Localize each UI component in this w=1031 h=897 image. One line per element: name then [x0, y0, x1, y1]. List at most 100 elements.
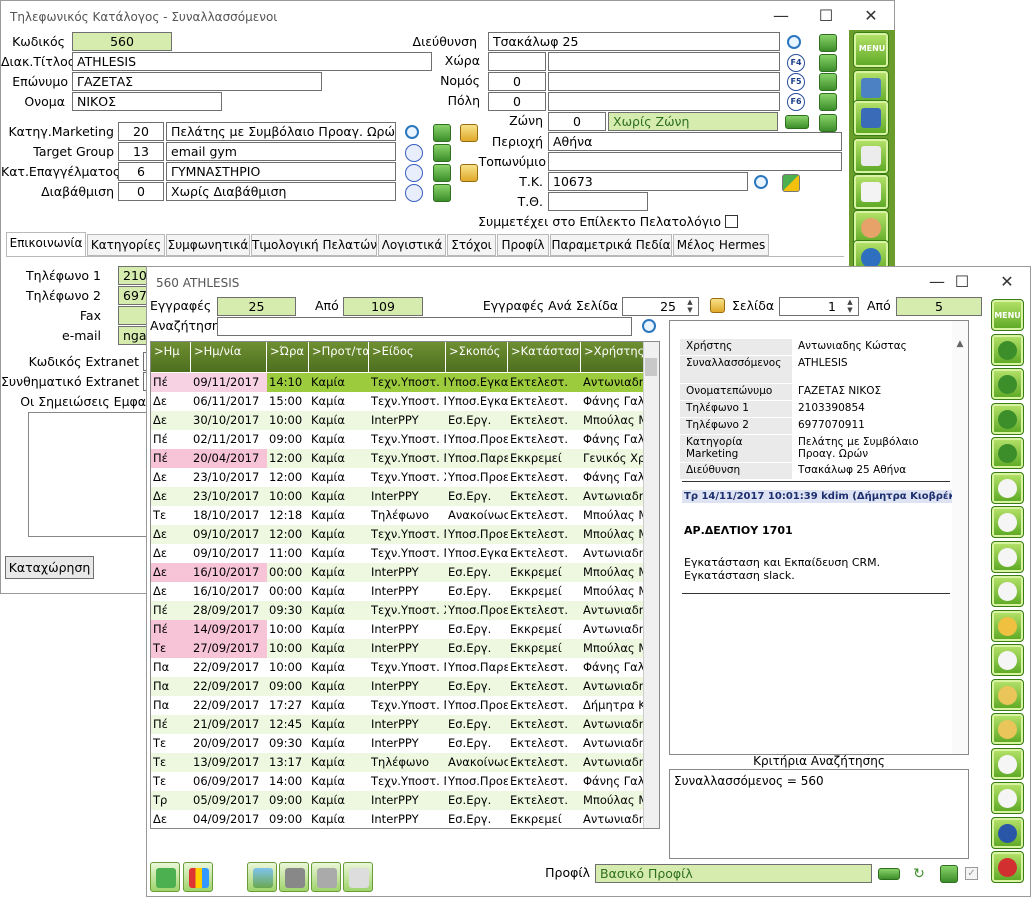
city-code-field[interactable]: 0	[488, 92, 546, 111]
grid-column-header[interactable]: >Χρήστης	[581, 342, 647, 372]
profession-desc-field[interactable]: ΓΥΜΝΑΣΤΗΡΙΟ	[166, 162, 396, 181]
loyalty-checkbox[interactable]	[725, 215, 738, 228]
country-stack-icon[interactable]	[819, 54, 837, 72]
grid-scroll-thumb[interactable]	[645, 358, 657, 376]
country-code-field[interactable]	[488, 52, 546, 71]
zone-desc-field[interactable]: Χωρίς Ζώνη	[608, 112, 778, 131]
front-maximize-button[interactable]: ☐	[942, 269, 982, 295]
zone-stack-icon[interactable]	[819, 114, 837, 132]
table-row[interactable]: Πα 22/09/2017 17:27 Καμία Τεχν.Υποστ. Μ Υποσ.…	[151, 696, 659, 715]
grid-column-header[interactable]: >Κατάσταση	[508, 342, 581, 372]
tab-categories[interactable]: Κατηγορίες	[87, 234, 165, 256]
tab-hermes[interactable]: Μέλος Hermes	[673, 234, 769, 256]
tab-communication[interactable]: Επικοινωνία	[6, 232, 86, 256]
table-row[interactable]: Τε 06/09/2017 14:00 Καμία Τεχν.Υποστ. Μ Υποσ.…	[151, 772, 659, 791]
code-field[interactable]: 560	[72, 32, 172, 51]
table-row[interactable]: Τε 27/09/2017 10:00 Καμία InterPPY Εσ.Εργ. Εκκ…	[151, 639, 659, 658]
dist-title-field[interactable]: ATHLESIS	[72, 52, 432, 71]
print-button[interactable]	[279, 862, 309, 892]
postal-field[interactable]: 10673	[548, 172, 748, 191]
maximize-button[interactable]: ☐	[806, 3, 846, 29]
zoom-button[interactable]	[991, 747, 1024, 780]
address-stack-icon[interactable]	[819, 34, 837, 52]
place-field[interactable]	[548, 152, 842, 171]
tab-parametric[interactable]: Παραμετρικά Πεδία	[550, 234, 672, 256]
refresh-small-icon[interactable]: ↻	[910, 865, 928, 883]
tab-accounting[interactable]: Λογιστικά	[378, 234, 446, 256]
help-button[interactable]	[991, 816, 1024, 849]
table-row[interactable]: Πέ 21/09/2017 12:45 Καμία InterPPY Εσ.Εργ. Εκτ…	[151, 715, 659, 734]
name-field[interactable]: ΝΙΚΟΣ	[72, 92, 222, 111]
address-search-icon[interactable]	[787, 35, 801, 49]
table-row[interactable]: Δε 04/09/2017 09:00 Καμία InterPPY Εσ.Εργ. Εκκ…	[151, 810, 659, 828]
tab-targets[interactable]: Στόχοι	[447, 234, 496, 256]
f5-key-icon[interactable]: F5	[787, 73, 805, 91]
image-button[interactable]	[247, 862, 277, 892]
exit-button[interactable]	[991, 851, 1024, 883]
table-row[interactable]: Δε 16/10/2017 00:00 Καμία InterPPY Εσ.Εργ. Εκκ…	[151, 563, 659, 582]
per-page-spinner[interactable]: ▲ ▼	[683, 298, 697, 315]
new-document-button[interactable]	[991, 471, 1024, 504]
table-row[interactable]: Πέ 28/09/2017 09:30 Καμία Τεχν.Υποστ. Χ Υποσ.…	[151, 601, 659, 620]
menu-button[interactable]: MENU	[991, 299, 1024, 331]
chart-button[interactable]	[183, 862, 213, 892]
grid-column-header[interactable]: >Ημ/νία	[191, 342, 267, 372]
document-settings-button[interactable]	[991, 506, 1024, 538]
table-row[interactable]: Δε 06/11/2017 15:00 Καμία Τεχν.Υποστ. Μ Υποσ.…	[151, 392, 659, 411]
table-row[interactable]: Πέ 09/11/2017 14:10 Καμία Τεχν.Υποστ. Μ Υποσ.…	[151, 373, 659, 392]
marketing-desc-field[interactable]: Πελάτης με Συμβόλαιο Προαγ. Ωρών	[166, 122, 396, 141]
swap-button[interactable]	[150, 862, 180, 892]
grid-column-header[interactable]: >Ημ	[151, 342, 191, 372]
table-row[interactable]: Δε 30/10/2017 10:00 Καμία InterPPY Εσ.Εργ. Εκτ…	[151, 411, 659, 430]
folder-settings-button[interactable]	[991, 678, 1024, 711]
prefecture-desc-field[interactable]	[548, 72, 780, 91]
tab-agreements[interactable]: Συμφωνητικά	[166, 234, 250, 256]
report-button[interactable]	[343, 862, 373, 892]
country-desc-field[interactable]	[548, 52, 780, 71]
save-button[interactable]: Καταχώρηση	[5, 556, 94, 579]
marketing-code-field[interactable]: 20	[118, 122, 164, 141]
grid-column-header[interactable]: >Προτ/τα	[309, 342, 369, 372]
f4-key-icon[interactable]: F4	[787, 54, 805, 72]
table-row[interactable]: Δε 09/10/2017 12:00 Καμία Τεχν.Υποστ. Μ Υποσ.…	[151, 525, 659, 544]
refresh-button[interactable]	[991, 333, 1024, 366]
print-preview-button[interactable]	[311, 862, 341, 892]
zone-flat-icon[interactable]	[785, 115, 809, 129]
folder-flower-button[interactable]	[991, 713, 1024, 745]
table-row[interactable]: Τε 13/09/2017 13:17 Καμία Τηλέφωνο Ανακοίνωσ Ε…	[151, 753, 659, 772]
table-row[interactable]: Τε 18/10/2017 12:18 Καμία Τηλέφωνο Ανακοίνωσ Ε…	[151, 506, 659, 525]
surname-field[interactable]: ΓΑΖΕΤΑΣ	[72, 72, 322, 91]
prefecture-code-field[interactable]: 0	[488, 72, 546, 91]
close-button[interactable]: ✕	[851, 3, 891, 29]
table-row[interactable]: Τρ 05/09/2017 09:00 Καμία InterPPY Εσ.Εργ. Εκτ…	[151, 791, 659, 810]
delete-document-button[interactable]	[991, 575, 1024, 607]
reminder-button[interactable]	[991, 609, 1024, 642]
zone-code-field[interactable]: 0	[548, 112, 606, 131]
table-row[interactable]: Τε 20/09/2017 09:30 Καμία InterPPY Εσ.Εργ. Εκτ…	[151, 734, 659, 753]
back-document-button[interactable]	[853, 174, 889, 210]
zoom-plus-button[interactable]	[991, 782, 1024, 814]
profession-code-field[interactable]: 6	[118, 162, 164, 181]
table-row[interactable]: Πέ 20/04/2017 12:00 Καμία Τεχν.Υποστ. Μ Υποσ.…	[151, 449, 659, 468]
grid-scrollbar[interactable]	[643, 342, 659, 828]
detail-scrollbar[interactable]: ▲	[952, 321, 968, 754]
address-field[interactable]: Τσακάλωφ 25	[488, 32, 780, 51]
region-field[interactable]: Αθήνα	[548, 132, 842, 151]
sync-button[interactable]	[991, 368, 1024, 400]
grid-column-header[interactable]: >Σκοπός	[446, 342, 508, 372]
front-close-button[interactable]: ✕	[987, 269, 1027, 295]
back-calculator-button[interactable]	[853, 100, 889, 136]
map-icon[interactable]	[782, 174, 800, 192]
profile-stack-icon[interactable]	[940, 865, 958, 883]
profile-checkbox[interactable]: ✓	[965, 867, 978, 880]
profile-flat-icon[interactable]	[878, 868, 900, 880]
table-row[interactable]: Δε 16/10/2017 00:00 Καμία InterPPY Εσ.Εργ. Εκκ…	[151, 582, 659, 601]
grid-column-header[interactable]: >Ώρα	[267, 342, 309, 372]
target-desc-field[interactable]: email gym	[166, 142, 396, 161]
target-code-field[interactable]: 13	[118, 142, 164, 161]
city-stack-icon[interactable]	[819, 93, 837, 111]
table-row[interactable]: Πέ 02/11/2017 09:00 Καμία Τεχν.Υποστ. Μ Υποσ.…	[151, 430, 659, 449]
table-row[interactable]: Δε 23/10/2017 12:00 Καμία Τεχν.Υποστ. Χ Υποσ.…	[151, 468, 659, 487]
grid-column-header[interactable]: >Είδος	[369, 342, 446, 372]
notes-area[interactable]	[28, 412, 158, 537]
